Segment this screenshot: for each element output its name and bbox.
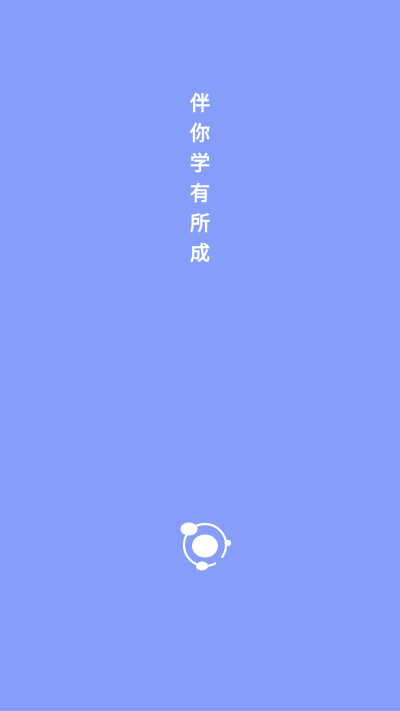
slogan: 伴 你 学 有 所 成: [190, 88, 210, 268]
app-logo-icon: [180, 522, 232, 571]
slogan-char: 你: [190, 121, 210, 145]
slogan-char: 成: [190, 241, 210, 265]
slogan-char: 伴: [190, 91, 210, 115]
bottom-divider: [0, 708, 400, 709]
slogan-char: 学: [190, 151, 210, 175]
splash-screen: 伴 你 学 有 所 成: [0, 0, 400, 711]
slogan-char: 有: [190, 181, 210, 205]
slogan-char: 所: [190, 211, 210, 235]
